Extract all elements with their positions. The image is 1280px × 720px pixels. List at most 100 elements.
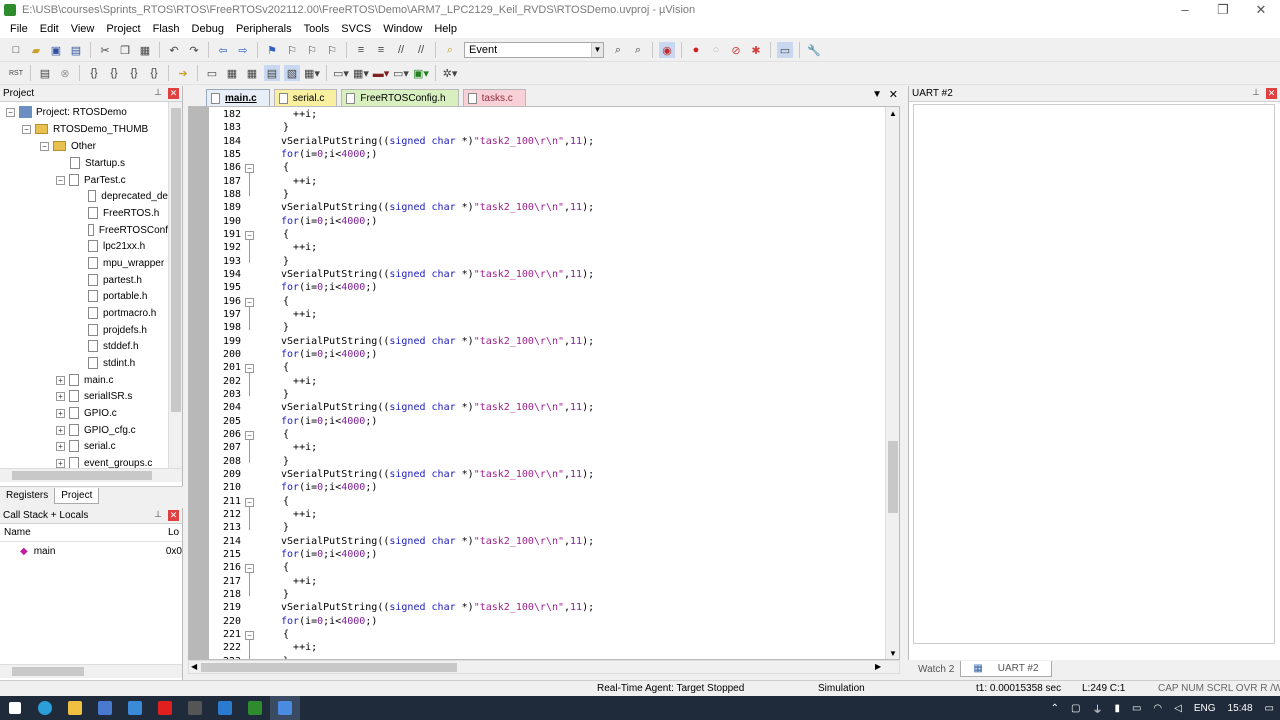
maximize-button[interactable]: ❐	[1204, 0, 1242, 20]
tab-freertosconfig-h[interactable]: FreeRTOSConfig.h	[341, 89, 459, 106]
pin-icon[interactable]: ⊥	[154, 87, 162, 98]
edge-icon[interactable]	[30, 696, 60, 720]
expand-icon[interactable]: +	[56, 441, 65, 451]
tree-node-header[interactable]: FreeRTOS.h	[88, 205, 168, 221]
tray-camera-icon[interactable]: ▢	[1065, 703, 1086, 714]
expand-icon[interactable]: +	[56, 391, 65, 401]
tray-battery-icon[interactable]: ▮	[1108, 703, 1126, 714]
tab-uart-2[interactable]: ▦ UART #2	[960, 661, 1052, 677]
command-window-icon[interactable]: ▭	[204, 65, 220, 81]
fold-marker-icon[interactable]: −	[245, 431, 254, 440]
tree-node-file[interactable]: + main.c	[56, 372, 113, 388]
project-hscrollbar[interactable]	[0, 468, 182, 482]
step-out-icon[interactable]: {}	[126, 65, 142, 81]
tree-node-group-other[interactable]: − Other	[40, 138, 96, 154]
symbols-window-icon[interactable]: ▦	[244, 65, 260, 81]
pin-icon[interactable]: ⊥	[1252, 87, 1260, 98]
watch-window-icon[interactable]: ▦▾	[304, 65, 320, 81]
tray-chevron-icon[interactable]: ⌃	[1045, 703, 1065, 714]
close-icon[interactable]: ✕	[1266, 88, 1277, 99]
bookmark-clear-icon[interactable]: ⚐	[324, 42, 340, 58]
tab-serial-c[interactable]: serial.c	[273, 89, 338, 106]
new-file-icon[interactable]: □	[8, 42, 24, 58]
paste-icon[interactable]: ▦	[137, 42, 153, 58]
tree-node-header[interactable]: portable.h	[88, 288, 168, 304]
tab-project[interactable]: Project	[54, 487, 100, 504]
column-name[interactable]: Name	[0, 527, 168, 538]
run-icon[interactable]: ▤	[37, 65, 53, 81]
mail-icon[interactable]	[120, 696, 150, 720]
registers-window-icon[interactable]: ▤	[264, 65, 280, 81]
scroll-thumb[interactable]	[12, 471, 152, 480]
menu-edit[interactable]: Edit	[34, 23, 65, 35]
breakpoint-gutter[interactable]	[189, 107, 209, 659]
tray-language[interactable]: ENG	[1188, 703, 1222, 714]
tab-main-c[interactable]: main.c	[206, 89, 270, 106]
tree-node-header[interactable]: projdefs.h	[88, 322, 168, 338]
zoom-icon[interactable]	[270, 696, 300, 720]
chevron-down-icon[interactable]: ▼	[591, 43, 603, 57]
undo-icon[interactable]: ↶	[166, 42, 182, 58]
bookmark-prev-icon[interactable]: ⚐	[284, 42, 300, 58]
cut-icon[interactable]: ✂	[97, 42, 113, 58]
save-all-icon[interactable]: ▤	[68, 42, 84, 58]
expand-icon[interactable]: +	[56, 458, 65, 468]
fold-marker-icon[interactable]: −	[245, 164, 254, 173]
expand-icon[interactable]: +	[56, 425, 65, 435]
toolbox-icon[interactable]: ✲▾	[442, 65, 458, 81]
menu-svcs[interactable]: SVCS	[335, 23, 377, 35]
column-location[interactable]: Lo	[168, 527, 179, 538]
minimize-button[interactable]: –	[1166, 0, 1204, 20]
disassembly-window-icon[interactable]: ▦	[224, 65, 240, 81]
code-editor[interactable]: 182 ++i; 183} 184 vSerialPutString((signed …	[188, 106, 900, 660]
tree-node-project[interactable]: − Project: RTOSDemo	[6, 104, 127, 120]
tree-node-header[interactable]: lpc21xx.h	[88, 238, 168, 254]
uncomment-icon[interactable]: //	[413, 42, 429, 58]
show-next-statement-icon[interactable]: ➔	[175, 65, 191, 81]
nav-back-icon[interactable]: ⇦	[215, 42, 231, 58]
collapse-icon[interactable]: −	[56, 175, 65, 185]
step-into-icon[interactable]: {}	[86, 65, 102, 81]
menu-flash[interactable]: Flash	[147, 23, 186, 35]
debug-session-icon[interactable]: ◉	[659, 42, 675, 58]
stop-icon[interactable]: ⊗	[57, 65, 73, 81]
call-stack-window-icon[interactable]: ▧	[284, 65, 300, 81]
save-icon[interactable]: ▣	[48, 42, 64, 58]
fold-marker-icon[interactable]: −	[245, 631, 254, 640]
bookmark-next-icon[interactable]: ⚐	[304, 42, 320, 58]
menu-tools[interactable]: Tools	[298, 23, 336, 35]
scroll-down-icon[interactable]: ▼	[889, 649, 897, 658]
editor-hscrollbar[interactable]: ◀ ▶	[188, 660, 900, 674]
wrench-icon[interactable]: 🔧	[806, 42, 822, 58]
find-icon[interactable]: ⌕	[610, 42, 626, 58]
callstack-hscrollbar[interactable]	[0, 664, 182, 678]
menu-view[interactable]: View	[65, 23, 101, 35]
run-to-cursor-icon[interactable]: {}	[146, 65, 162, 81]
disable-breakpoint-icon[interactable]: ○	[708, 42, 724, 58]
tab-list-chevron-icon[interactable]: ▼	[872, 89, 882, 100]
tree-node-file[interactable]: Startup.s	[70, 155, 125, 171]
tree-node-target[interactable]: − RTOSDemo_THUMB	[22, 121, 148, 137]
project-vscrollbar[interactable]	[168, 102, 182, 468]
uvision-taskbar-icon[interactable]	[240, 696, 270, 720]
fold-marker-icon[interactable]: −	[245, 231, 254, 240]
pin-icon[interactable]: ⊥	[154, 509, 162, 520]
close-icon[interactable]: ✕	[168, 88, 179, 99]
fold-marker-icon[interactable]: −	[245, 564, 254, 573]
find-in-files-icon[interactable]: ⌕	[442, 42, 458, 58]
tree-node-header[interactable]: stdint.h	[88, 355, 168, 371]
expand-icon[interactable]: +	[56, 408, 65, 418]
tray-volume-icon[interactable]: ◁	[1168, 703, 1188, 714]
scroll-left-icon[interactable]: ◀	[191, 662, 197, 671]
editor-vscrollbar[interactable]: ▲ ▼	[885, 107, 899, 659]
fold-marker-icon[interactable]: −	[245, 364, 254, 373]
copy-icon[interactable]: ❐	[117, 42, 133, 58]
collapse-icon[interactable]: −	[6, 107, 15, 117]
menu-debug[interactable]: Debug	[186, 23, 230, 35]
file-explorer-icon[interactable]	[60, 696, 90, 720]
expand-icon[interactable]: +	[56, 375, 65, 385]
tray-clock[interactable]: 15:48	[1222, 703, 1259, 714]
store-icon[interactable]	[90, 696, 120, 720]
window-layout-icon[interactable]: ▭	[777, 42, 793, 58]
callstack-row[interactable]: ◆ main 0x0	[0, 542, 182, 560]
